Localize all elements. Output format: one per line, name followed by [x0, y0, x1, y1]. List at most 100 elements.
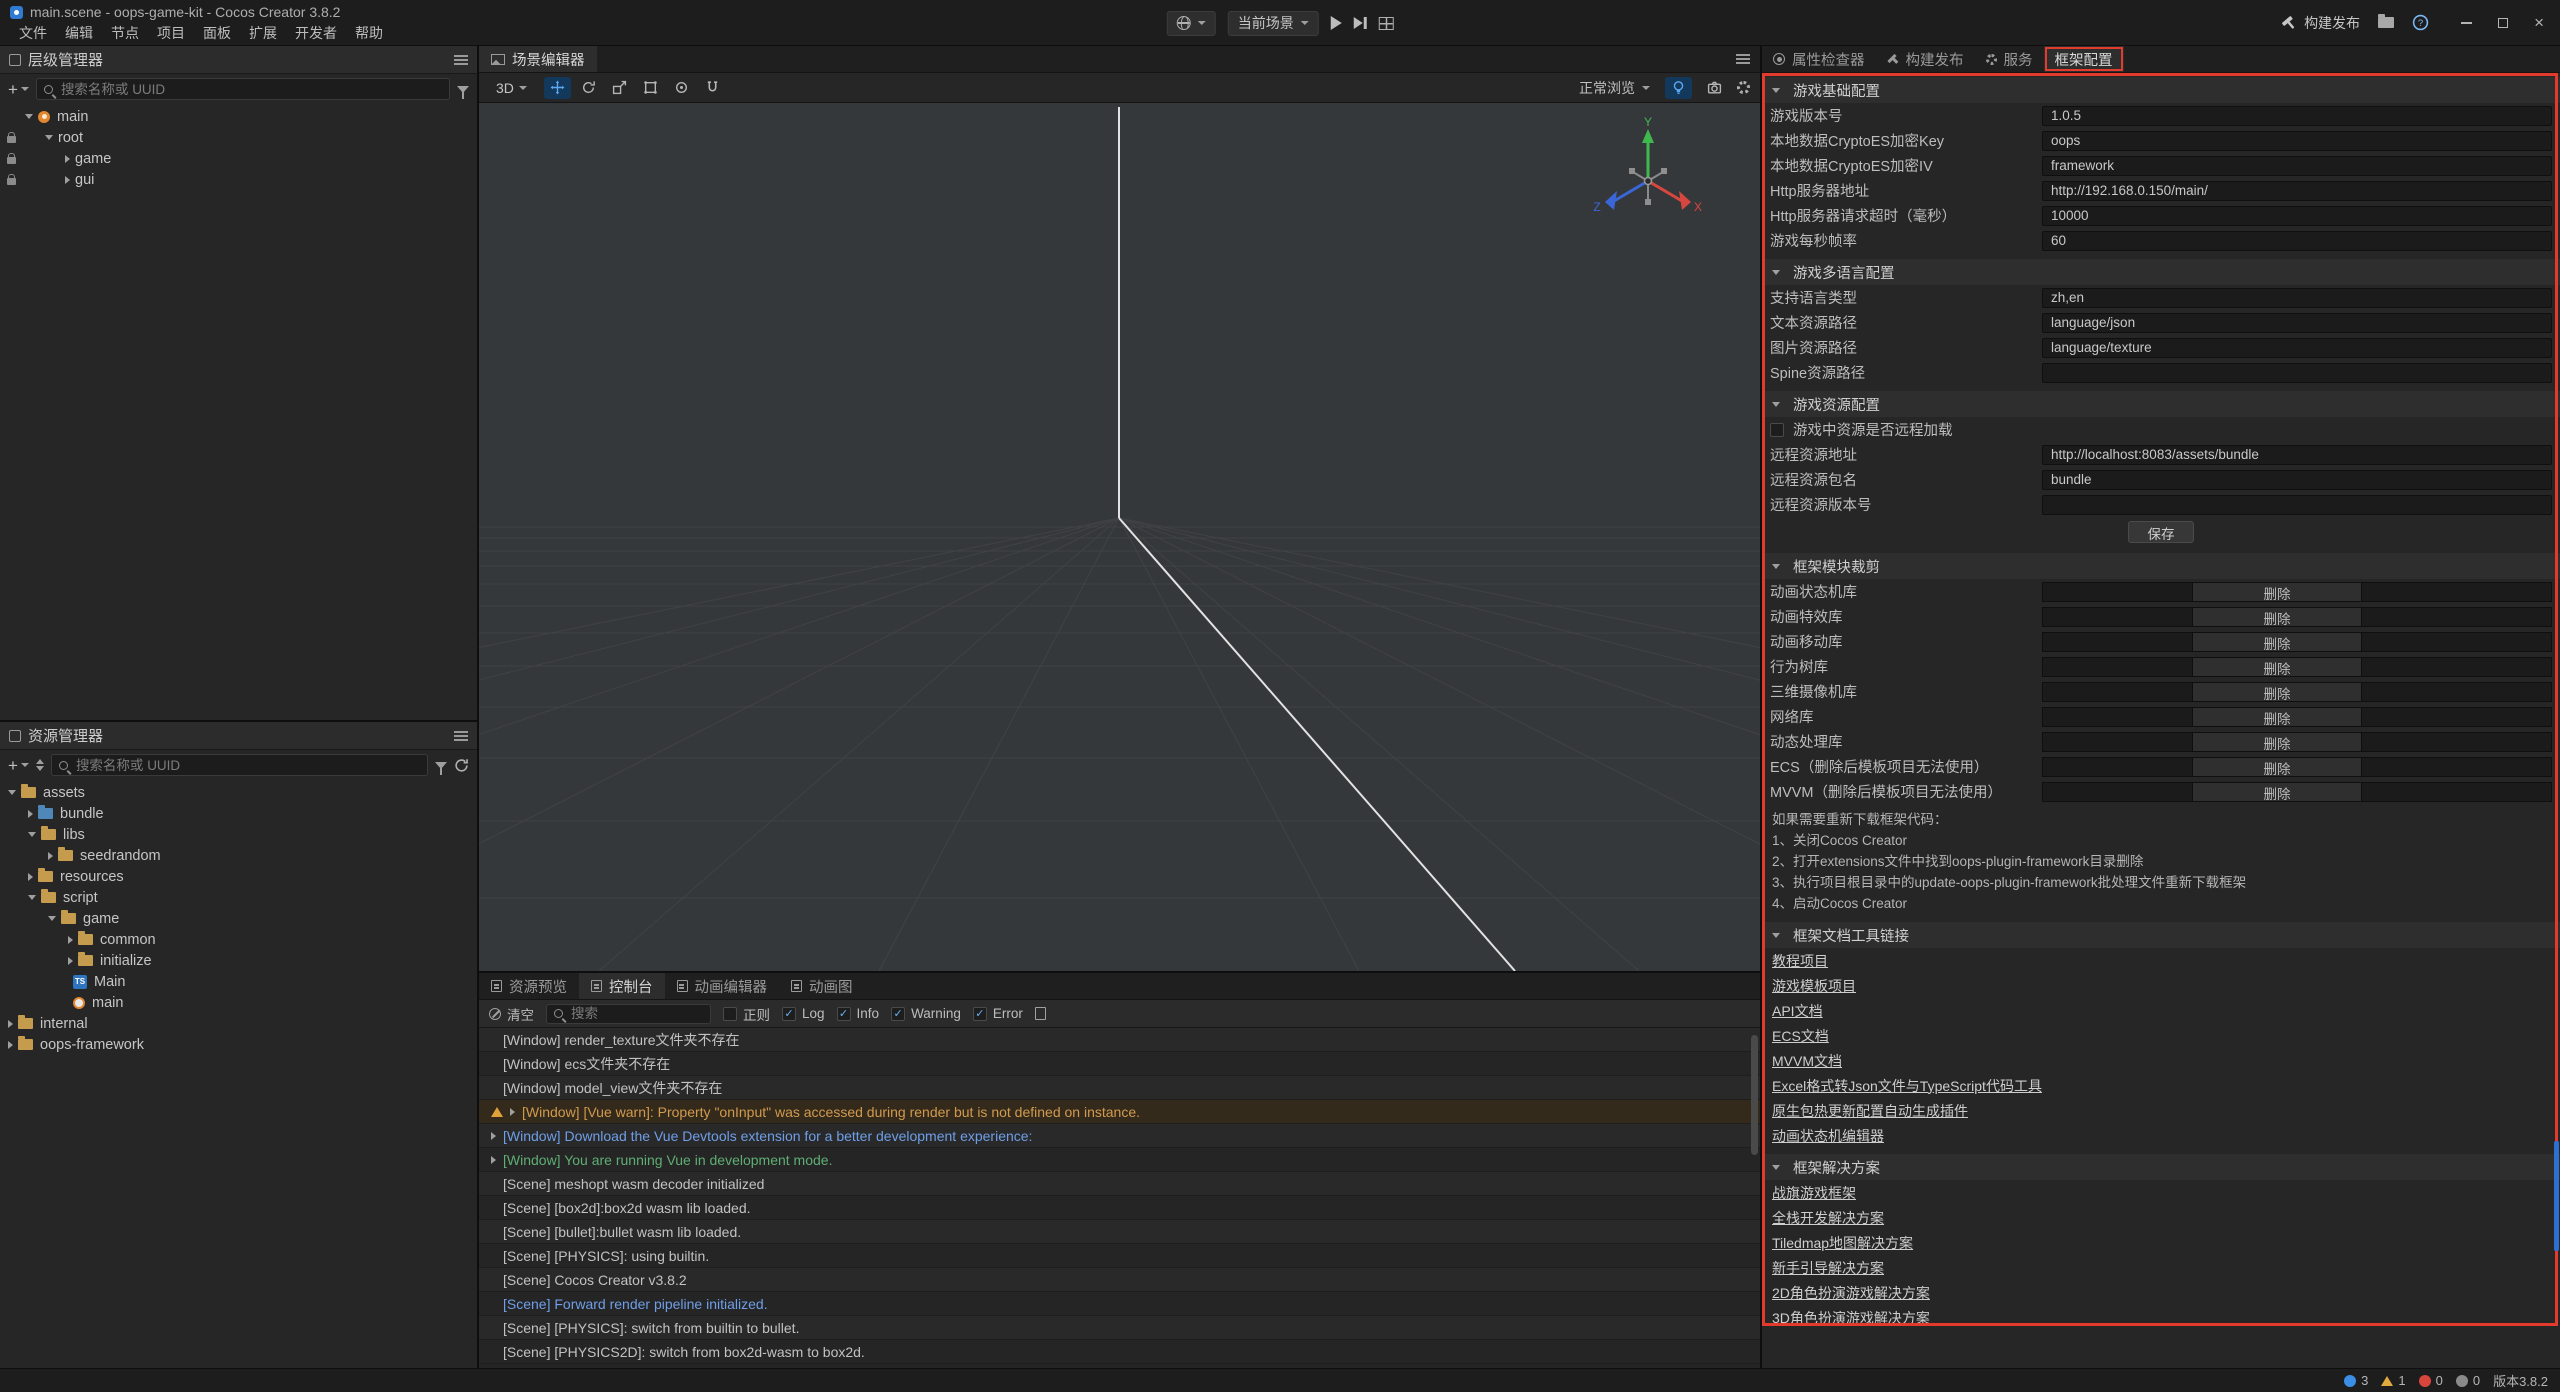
- asset-node[interactable]: internal: [0, 1013, 477, 1034]
- expand-arrow[interactable]: [68, 957, 73, 965]
- panel-menu-icon[interactable]: [454, 59, 468, 61]
- delete-button[interactable]: 删除: [2192, 657, 2362, 677]
- config-input[interactable]: 10000: [2042, 206, 2552, 226]
- expand-arrow[interactable]: [491, 1132, 496, 1140]
- status-count[interactable]: 0: [2419, 1373, 2443, 1388]
- config-input[interactable]: oops: [2042, 131, 2552, 151]
- rect-tool-button[interactable]: [637, 77, 664, 99]
- delete-button[interactable]: 删除: [2192, 757, 2362, 777]
- regex-toggle[interactable]: 正则: [723, 1004, 770, 1024]
- log-filter[interactable]: Error: [973, 1006, 1023, 1021]
- asset-node[interactable]: resources: [0, 866, 477, 887]
- expand-arrow[interactable]: [48, 916, 56, 921]
- expand-arrow[interactable]: [25, 114, 33, 119]
- scene-selector[interactable]: 当前场景: [1228, 11, 1319, 36]
- console-tab[interactable]: 动画图: [779, 973, 865, 999]
- collapse-arrow[interactable]: [1772, 933, 1780, 938]
- expand-arrow[interactable]: [45, 135, 53, 140]
- filter-icon[interactable]: [457, 86, 469, 93]
- doc-link[interactable]: ECS文档: [1772, 1026, 1829, 1046]
- expand-arrow[interactable]: [8, 1020, 13, 1028]
- light-toggle-button[interactable]: [1665, 77, 1692, 99]
- asset-node[interactable]: common: [0, 929, 477, 950]
- config-input[interactable]: http://localhost:8083/assets/bundle: [2042, 445, 2552, 465]
- hierarchy-node[interactable]: gui: [0, 169, 477, 190]
- asset-node[interactable]: script: [0, 887, 477, 908]
- section-header[interactable]: 框架模块裁剪: [1762, 553, 2560, 579]
- clear-console-button[interactable]: 清空: [489, 1004, 534, 1024]
- filter-icon[interactable]: [435, 762, 447, 769]
- solution-link[interactable]: 全栈开发解决方案: [1772, 1208, 1884, 1228]
- log-row[interactable]: [Scene] [PHYSICS]: using builtin.: [479, 1244, 1760, 1268]
- delete-button[interactable]: 删除: [2192, 582, 2362, 602]
- sort-icon[interactable]: [36, 759, 44, 771]
- delete-button[interactable]: 删除: [2192, 732, 2362, 752]
- menu-item[interactable]: 帮助: [346, 24, 392, 42]
- log-row[interactable]: [Scene] Cocos Creator v3.8.2: [479, 1268, 1760, 1292]
- section-header[interactable]: 游戏资源配置: [1762, 391, 2560, 417]
- log-filter[interactable]: Log: [782, 1006, 825, 1021]
- hierarchy-node[interactable]: root: [0, 127, 477, 148]
- gear-icon[interactable]: [1737, 81, 1750, 94]
- log-row[interactable]: [Scene] [PHYSICS2D]: switch from box2d-w…: [479, 1340, 1760, 1364]
- help-icon[interactable]: ?: [2412, 14, 2429, 31]
- assets-search[interactable]: [51, 754, 428, 776]
- expand-arrow[interactable]: [28, 873, 33, 881]
- section-header[interactable]: 框架文档工具链接: [1762, 922, 2560, 948]
- remote-load-checkbox[interactable]: [1770, 423, 1784, 437]
- lock-icon[interactable]: [7, 157, 16, 164]
- expand-arrow[interactable]: [65, 155, 70, 163]
- config-input[interactable]: 1.0.5: [2042, 106, 2552, 126]
- solution-link[interactable]: 战旗游戏框架: [1772, 1183, 1856, 1203]
- log-row[interactable]: [Window] render_texture文件夹不存在: [479, 1028, 1760, 1052]
- expand-arrow[interactable]: [8, 1041, 13, 1049]
- config-input[interactable]: language/texture: [2042, 338, 2552, 358]
- hierarchy-search-input[interactable]: [59, 81, 442, 98]
- config-input[interactable]: [2042, 495, 2552, 515]
- menu-item[interactable]: 编辑: [56, 24, 102, 42]
- hierarchy-node[interactable]: main: [0, 106, 477, 127]
- build-publish-button[interactable]: 构建发布: [2281, 13, 2360, 33]
- maximize-button[interactable]: [2498, 18, 2508, 28]
- lock-icon[interactable]: [7, 136, 16, 143]
- console-tab[interactable]: 资源预览: [479, 973, 579, 999]
- save-button[interactable]: 保存: [2128, 521, 2194, 543]
- log-filter[interactable]: Warning: [891, 1006, 961, 1021]
- collapse-arrow[interactable]: [1772, 402, 1780, 407]
- section-header[interactable]: 游戏基础配置: [1762, 77, 2560, 103]
- menu-item[interactable]: 文件: [10, 24, 56, 42]
- log-row[interactable]: [Window] ecs文件夹不存在: [479, 1052, 1760, 1076]
- config-input[interactable]: 60: [2042, 231, 2552, 251]
- expand-arrow[interactable]: [28, 895, 36, 900]
- expand-arrow[interactable]: [68, 936, 73, 944]
- console-tab[interactable]: 控制台: [579, 973, 665, 999]
- config-input[interactable]: bundle: [2042, 470, 2552, 490]
- config-input[interactable]: [2042, 363, 2552, 383]
- console-search-input[interactable]: [569, 1005, 703, 1022]
- solution-link[interactable]: 3D角色扮演游戏解决方案: [1772, 1308, 1930, 1328]
- expand-arrow[interactable]: [65, 176, 70, 184]
- solution-link[interactable]: 2D角色扮演游戏解决方案: [1772, 1283, 1930, 1303]
- menu-item[interactable]: 节点: [102, 24, 148, 42]
- log-row[interactable]: [Window] Download the Vue Devtools exten…: [479, 1124, 1760, 1148]
- log-row[interactable]: [Window] [Vue warn]: Property "onInput" …: [479, 1100, 1760, 1124]
- doc-link[interactable]: API文档: [1772, 1001, 1823, 1021]
- expand-arrow[interactable]: [28, 810, 33, 818]
- panel-menu-icon[interactable]: [454, 735, 468, 737]
- console-tab[interactable]: 动画编辑器: [665, 973, 780, 999]
- checkbox[interactable]: [973, 1007, 987, 1021]
- tab-scene-editor[interactable]: 场景编辑器: [479, 46, 597, 72]
- log-row[interactable]: [Scene] Forward render pipeline initiali…: [479, 1292, 1760, 1316]
- asset-node[interactable]: assets: [0, 782, 477, 803]
- asset-node[interactable]: oops-framework: [0, 1034, 477, 1055]
- open-folder-icon[interactable]: [2378, 17, 2394, 28]
- checkbox[interactable]: [891, 1007, 905, 1021]
- doc-link[interactable]: Excel格式转Json文件与TypeScript代码工具: [1772, 1076, 2042, 1096]
- delete-button[interactable]: 删除: [2192, 782, 2362, 802]
- inspector-tab[interactable]: 属性检查器: [1762, 46, 1876, 72]
- delete-button[interactable]: 删除: [2192, 707, 2362, 727]
- menu-item[interactable]: 开发者: [286, 24, 346, 42]
- checkbox[interactable]: [723, 1007, 737, 1021]
- assets-search-input[interactable]: [74, 757, 420, 774]
- menu-item[interactable]: 扩展: [240, 24, 286, 42]
